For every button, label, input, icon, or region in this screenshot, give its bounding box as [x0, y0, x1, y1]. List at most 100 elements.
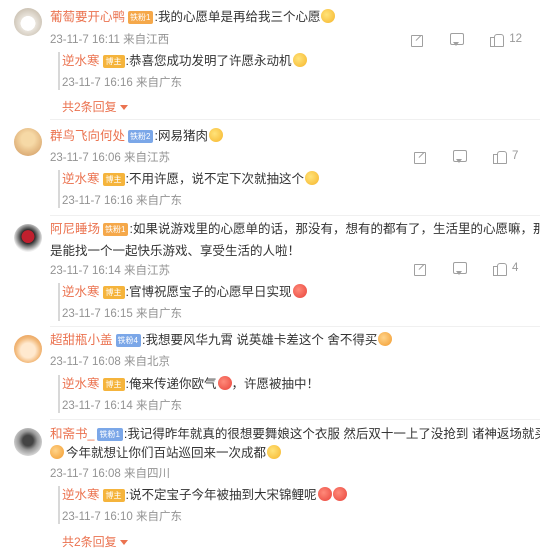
author-badge: 博主 — [102, 173, 125, 186]
reply-body: :不用许愿，说不定下次就抽这个 — [125, 172, 304, 186]
comment-icon[interactable] — [450, 32, 465, 46]
reply-username-link[interactable]: 逆水寒 — [62, 377, 100, 391]
like-icon[interactable] — [493, 261, 507, 276]
reply-body: :俺来传递你欧气 — [125, 377, 217, 391]
comment-body: :如果说游戏里的心愿单的话，那没有，想有的都有了，生活里的心愿嘛，那就 — [129, 222, 540, 236]
reply-bar — [58, 170, 60, 208]
fan-badge: 铁粉4 — [115, 334, 141, 347]
comment-body-cont: 是能找一个一起快乐游戏、享受生活的人啦！ — [50, 244, 301, 258]
username-link[interactable]: 和斋书_ — [50, 427, 94, 441]
like-count: 7 — [512, 150, 519, 162]
share-icon[interactable] — [413, 261, 427, 276]
fan-badge: 铁粉1 — [103, 223, 129, 236]
like-icon[interactable] — [490, 32, 505, 47]
divider — [50, 326, 540, 327]
more-replies-label: 共2条回复 — [62, 100, 117, 114]
reply-username-link[interactable]: 逆水寒 — [62, 172, 100, 186]
comment-text: 群鸟飞向何处 铁粉2:网易猪肉 — [50, 125, 530, 147]
avatar[interactable] — [14, 128, 42, 156]
comment-body: :我记得昨年就真的很想要舞娘这个衣服 然后双十一上了没抢到 诸神返场就买了 — [123, 427, 540, 441]
comment-text: 超甜瓶小盖 铁粉4:我想要风华九霄 说英雄卡差这个 舍不得买 — [50, 329, 530, 351]
fan-badge: 铁粉1 — [97, 428, 123, 441]
comment-body: :网易猪肉 — [154, 129, 208, 143]
reply-body: :恭喜您成功发明了许愿永动机 — [125, 54, 292, 68]
emoji-icon — [50, 445, 64, 459]
avatar[interactable] — [14, 224, 42, 252]
reply-meta: 23-11-7 16:10 来自广东 — [62, 511, 182, 523]
comment-text: 葡萄要开心鸭 铁粉1:我的心愿单是再给我三个心愿 — [50, 6, 530, 28]
username-link[interactable]: 超甜瓶小盖 — [50, 333, 113, 347]
comment-actions: 4 — [413, 261, 522, 276]
share-icon[interactable] — [410, 32, 424, 47]
reply-text: 逆水寒 博主:恭喜您成功发明了许愿永动机 — [62, 52, 307, 70]
emoji-icon — [267, 445, 282, 459]
caret-down-icon — [119, 540, 128, 545]
like-count: 4 — [512, 262, 519, 274]
comment-meta: 23-11-7 16:11 来自江西 — [50, 34, 170, 46]
reply-text: 逆水寒 博主:俺来传递你欧气 ，许愿被抽中！ — [62, 375, 319, 393]
comment-meta: 23-11-7 16:06 来自江苏 — [50, 152, 170, 164]
divider — [50, 215, 540, 216]
reply-bar — [58, 283, 60, 321]
reply-meta: 23-11-7 16:16 来自广东 — [62, 195, 182, 207]
username-link[interactable]: 阿尼睡场 — [50, 222, 100, 236]
reply-text: 逆水寒 博主:官博祝愿宝子的心愿早日实现 — [62, 283, 307, 301]
author-badge: 博主 — [102, 378, 125, 391]
comment-body: :我想要风华九霄 说英雄卡差这个 舍不得买 — [141, 333, 378, 347]
like-count: 12 — [509, 33, 522, 45]
reply-meta: 23-11-7 16:15 来自广东 — [62, 308, 182, 320]
username-link[interactable]: 群鸟飞向何处 — [50, 129, 125, 143]
reply-bar — [58, 486, 60, 524]
reply-username-link[interactable]: 逆水寒 — [62, 285, 100, 299]
share-icon[interactable] — [413, 149, 427, 164]
reply-bar — [58, 375, 60, 413]
more-replies-link[interactable]: 共2条回复 — [62, 98, 128, 115]
avatar[interactable] — [14, 335, 42, 363]
comment-actions: 12 — [410, 32, 522, 47]
emoji-icon — [292, 53, 307, 67]
comment-meta: 23-11-7 16:08 来自四川 — [50, 468, 170, 480]
emoji-icon — [208, 128, 223, 142]
reply-body: :官博祝愿宝子的心愿早日实现 — [125, 285, 292, 299]
comment-text-cont: 是能找一个一起快乐游戏、享受生活的人啦！ — [50, 240, 530, 262]
emoji-icon — [317, 487, 332, 501]
emoji-icon — [321, 9, 336, 23]
caret-down-icon — [119, 105, 128, 110]
fan-badge: 铁粉2 — [128, 130, 154, 143]
comment-icon[interactable] — [453, 261, 467, 275]
more-replies-label: 共2条回复 — [62, 535, 117, 549]
like-icon[interactable] — [493, 149, 507, 164]
reply-text: 逆水寒 博主:说不定宝子今年被抽到大宋锦鲤呢 — [62, 486, 347, 504]
emoji-icon — [378, 332, 393, 346]
fan-badge: 铁粉1 — [128, 11, 154, 24]
avatar[interactable] — [14, 428, 42, 456]
comment-icon[interactable] — [453, 149, 467, 163]
emoji-icon — [292, 284, 307, 298]
reply-meta: 23-11-7 16:16 来自广东 — [62, 77, 182, 89]
reply-body-tail: ，许愿被抽中！ — [231, 377, 320, 391]
reply-text: 逆水寒 博主:不用许愿，说不定下次就抽这个 — [62, 170, 319, 188]
comment-text-cont: 今年就想让你们百站巡回来一次成都 — [50, 442, 530, 464]
divider — [50, 419, 540, 420]
author-badge: 博主 — [102, 489, 125, 502]
reply-body: :说不定宝子今年被抽到大宋锦鲤呢 — [125, 488, 317, 502]
divider — [50, 119, 540, 120]
emoji-icon — [217, 376, 232, 390]
comment-text: 阿尼睡场 铁粉1:如果说游戏里的心愿单的话，那没有，想有的都有了，生活里的心愿嘛，… — [50, 218, 540, 240]
more-replies-link[interactable]: 共2条回复 — [62, 533, 128, 550]
comment-actions: 7 — [413, 149, 522, 164]
comment-body: :我的心愿单是再给我三个心愿 — [154, 10, 321, 24]
comment-body-cont: 今年就想让你们百站巡回来一次成都 — [66, 446, 267, 460]
comment-meta: 23-11-7 16:08 来自北京 — [50, 356, 170, 368]
reply-username-link[interactable]: 逆水寒 — [62, 488, 100, 502]
emoji-icon — [332, 487, 347, 501]
username-link[interactable]: 葡萄要开心鸭 — [50, 10, 125, 24]
emoji-icon — [305, 171, 319, 185]
reply-meta: 23-11-7 16:14 来自广东 — [62, 400, 182, 412]
author-badge: 博主 — [102, 55, 125, 68]
reply-username-link[interactable]: 逆水寒 — [62, 54, 100, 68]
author-badge: 博主 — [102, 286, 125, 299]
reply-bar — [58, 52, 60, 90]
avatar[interactable] — [14, 8, 42, 36]
comment-meta: 23-11-7 16:14 来自江苏 — [50, 265, 170, 277]
